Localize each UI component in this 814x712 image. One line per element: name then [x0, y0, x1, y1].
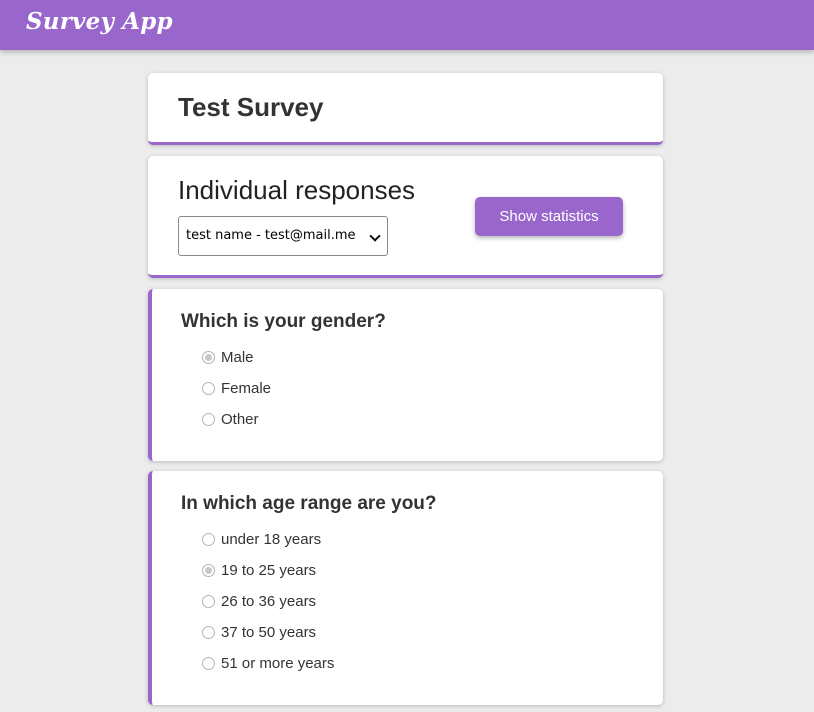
question-text: In which age range are you?: [181, 493, 437, 514]
option-label: 37 to 50 years: [221, 624, 317, 641]
chevron-down-icon: [369, 230, 381, 242]
responses-card: Individual responses test name - test@ma…: [148, 156, 663, 278]
survey-title-card: Test Survey: [148, 73, 663, 145]
responses-heading: Individual responses: [178, 175, 416, 205]
option-label: 26 to 36 years: [221, 593, 317, 610]
question-card-gender: Which is your gender? Male Female Other: [148, 289, 663, 461]
survey-title: Test Survey: [178, 92, 324, 122]
radio-button[interactable]: [202, 382, 215, 395]
show-statistics-button[interactable]: Show statistics: [475, 197, 623, 236]
option-label: Other: [221, 411, 259, 428]
app-brand[interactable]: Survey App: [26, 8, 173, 35]
option-label: 19 to 25 years: [221, 562, 317, 579]
radio-button[interactable]: [202, 351, 215, 364]
radio-button[interactable]: [202, 564, 215, 577]
option-label: 51 or more years: [221, 655, 335, 672]
radio-button[interactable]: [202, 626, 215, 639]
option-label: Female: [221, 380, 272, 397]
radio-button[interactable]: [202, 533, 215, 546]
radio-button[interactable]: [202, 657, 215, 670]
respondent-select-value: test name - test@mail.me: [186, 228, 356, 243]
option-label: under 18 years: [221, 531, 322, 548]
radio-button[interactable]: [202, 595, 215, 608]
top-navbar: Survey App: [0, 0, 814, 50]
question-text: Which is your gender?: [181, 311, 386, 332]
question-card-age: In which age range are you? under 18 yea…: [148, 471, 663, 705]
respondent-select[interactable]: test name - test@mail.me: [178, 216, 388, 256]
radio-button[interactable]: [202, 413, 215, 426]
option-label: Male: [221, 349, 254, 366]
